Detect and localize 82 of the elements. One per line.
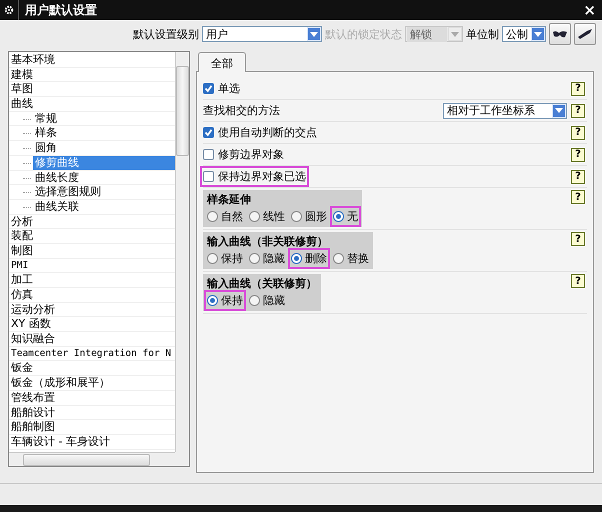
- method-dropdown[interactable]: 相对于工作坐标系: [443, 102, 567, 118]
- scrollbar-thumb[interactable]: [176, 66, 189, 156]
- tree-item[interactable]: 仿真: [9, 288, 35, 302]
- tree-item[interactable]: 常规: [33, 112, 59, 126]
- tree-item[interactable]: 选择意图规则: [33, 185, 103, 199]
- tree-item[interactable]: 圆角: [33, 141, 59, 155]
- level-label: 默认设置级别: [133, 26, 199, 42]
- radio-label[interactable]: 删除: [305, 251, 327, 266]
- tree-item[interactable]: 基本环境: [9, 53, 57, 67]
- radio-label[interactable]: 圆形: [305, 209, 327, 224]
- radio-label[interactable]: 线性: [263, 209, 285, 224]
- checkbox[interactable]: [203, 127, 214, 138]
- radio-button[interactable]: [291, 211, 302, 222]
- radio-button[interactable]: [333, 211, 344, 222]
- help-button[interactable]: ?: [571, 170, 585, 184]
- tree-item[interactable]: 加工: [9, 273, 35, 287]
- tree-item[interactable]: 曲线长度: [33, 170, 81, 184]
- group-title: 输入曲线（非关联修剪）: [207, 234, 329, 249]
- tree-item[interactable]: 装配: [9, 229, 35, 243]
- radio-button[interactable]: [207, 211, 218, 222]
- tab[interactable]: 全部: [198, 52, 246, 72]
- checkbox[interactable]: [203, 83, 214, 94]
- help-button[interactable]: ?: [571, 190, 585, 204]
- checkbox-label[interactable]: 使用自动判断的交点: [218, 125, 317, 140]
- vertical-scrollbar[interactable]: [175, 52, 189, 452]
- tree-item[interactable]: 修剪曲线: [33, 156, 175, 170]
- scrollbar-thumb[interactable]: [23, 454, 150, 466]
- tree-item[interactable]: XY 函数: [9, 317, 53, 332]
- radio-button[interactable]: [207, 295, 218, 306]
- radio-button[interactable]: [249, 211, 260, 222]
- tree-item[interactable]: 草图: [9, 82, 35, 96]
- checkbox-label[interactable]: 保持边界对象已选: [218, 169, 306, 184]
- tree-item[interactable]: 船舶设计: [9, 406, 57, 420]
- help-button[interactable]: ?: [571, 274, 585, 288]
- radio-button[interactable]: [207, 253, 218, 264]
- tree-item[interactable]: 管线布置: [9, 390, 57, 404]
- group-title: 样条延伸: [207, 192, 252, 207]
- help-button[interactable]: ?: [571, 232, 585, 246]
- radio-label[interactable]: 自然: [221, 209, 243, 224]
- glasses-icon[interactable]: [549, 23, 571, 45]
- radio-button[interactable]: [249, 295, 260, 306]
- radio-label[interactable]: 隐藏: [263, 251, 285, 266]
- units-dropdown[interactable]: 公制: [502, 26, 546, 42]
- tree-item[interactable]: 曲线关联: [33, 200, 81, 214]
- tree-item[interactable]: 运动分析: [9, 302, 57, 316]
- help-button[interactable]: ?: [571, 82, 585, 96]
- window-title: 用户默认设置: [24, 2, 98, 18]
- tree-item[interactable]: 分析: [9, 214, 35, 228]
- tree-item[interactable]: 船舶制图: [9, 420, 57, 434]
- radio-label[interactable]: 隐藏: [263, 293, 285, 308]
- tree-item[interactable]: Teamcenter Integration for N: [9, 346, 174, 360]
- pen-icon[interactable]: [574, 23, 596, 45]
- tree-item[interactable]: 样条: [33, 126, 59, 140]
- radio-button[interactable]: [333, 253, 344, 264]
- radio-button[interactable]: [249, 253, 260, 264]
- setting-label: 查找相交的方法: [203, 103, 280, 118]
- help-button[interactable]: ?: [571, 126, 585, 140]
- lock-state-label: 默认的锁定状态: [325, 26, 402, 42]
- radio-button[interactable]: [291, 253, 302, 264]
- tree-item[interactable]: 车辆设计 - 车身设计: [9, 434, 112, 449]
- radio-label[interactable]: 替换: [347, 251, 369, 266]
- checkbox[interactable]: [203, 171, 214, 182]
- close-button[interactable]: ×: [577, 1, 602, 19]
- units-label: 单位制: [466, 26, 499, 42]
- tree-item[interactable]: 建模: [9, 68, 35, 82]
- tree-item[interactable]: 制图: [9, 244, 35, 258]
- horizontal-scrollbar[interactable]: [9, 452, 175, 466]
- tree-item[interactable]: 钣金（成形和展平）: [9, 376, 112, 390]
- tree-item[interactable]: 知识融合: [9, 332, 57, 346]
- level-dropdown[interactable]: 用户: [202, 26, 322, 42]
- checkbox-label[interactable]: 修剪边界对象: [218, 147, 284, 162]
- help-button[interactable]: ?: [571, 104, 585, 118]
- help-button[interactable]: ?: [571, 148, 585, 162]
- checkbox[interactable]: [203, 149, 214, 160]
- radio-label[interactable]: 保持: [221, 293, 243, 308]
- group-title: 输入曲线（关联修剪）: [207, 276, 317, 291]
- tree-item[interactable]: 曲线: [9, 97, 35, 111]
- radio-label[interactable]: 保持: [221, 251, 243, 266]
- tree-item[interactable]: 钣金: [9, 361, 35, 376]
- radio-label[interactable]: 无: [347, 209, 358, 224]
- tree-item[interactable]: PMI: [9, 258, 30, 272]
- checkbox-label[interactable]: 单选: [218, 81, 240, 96]
